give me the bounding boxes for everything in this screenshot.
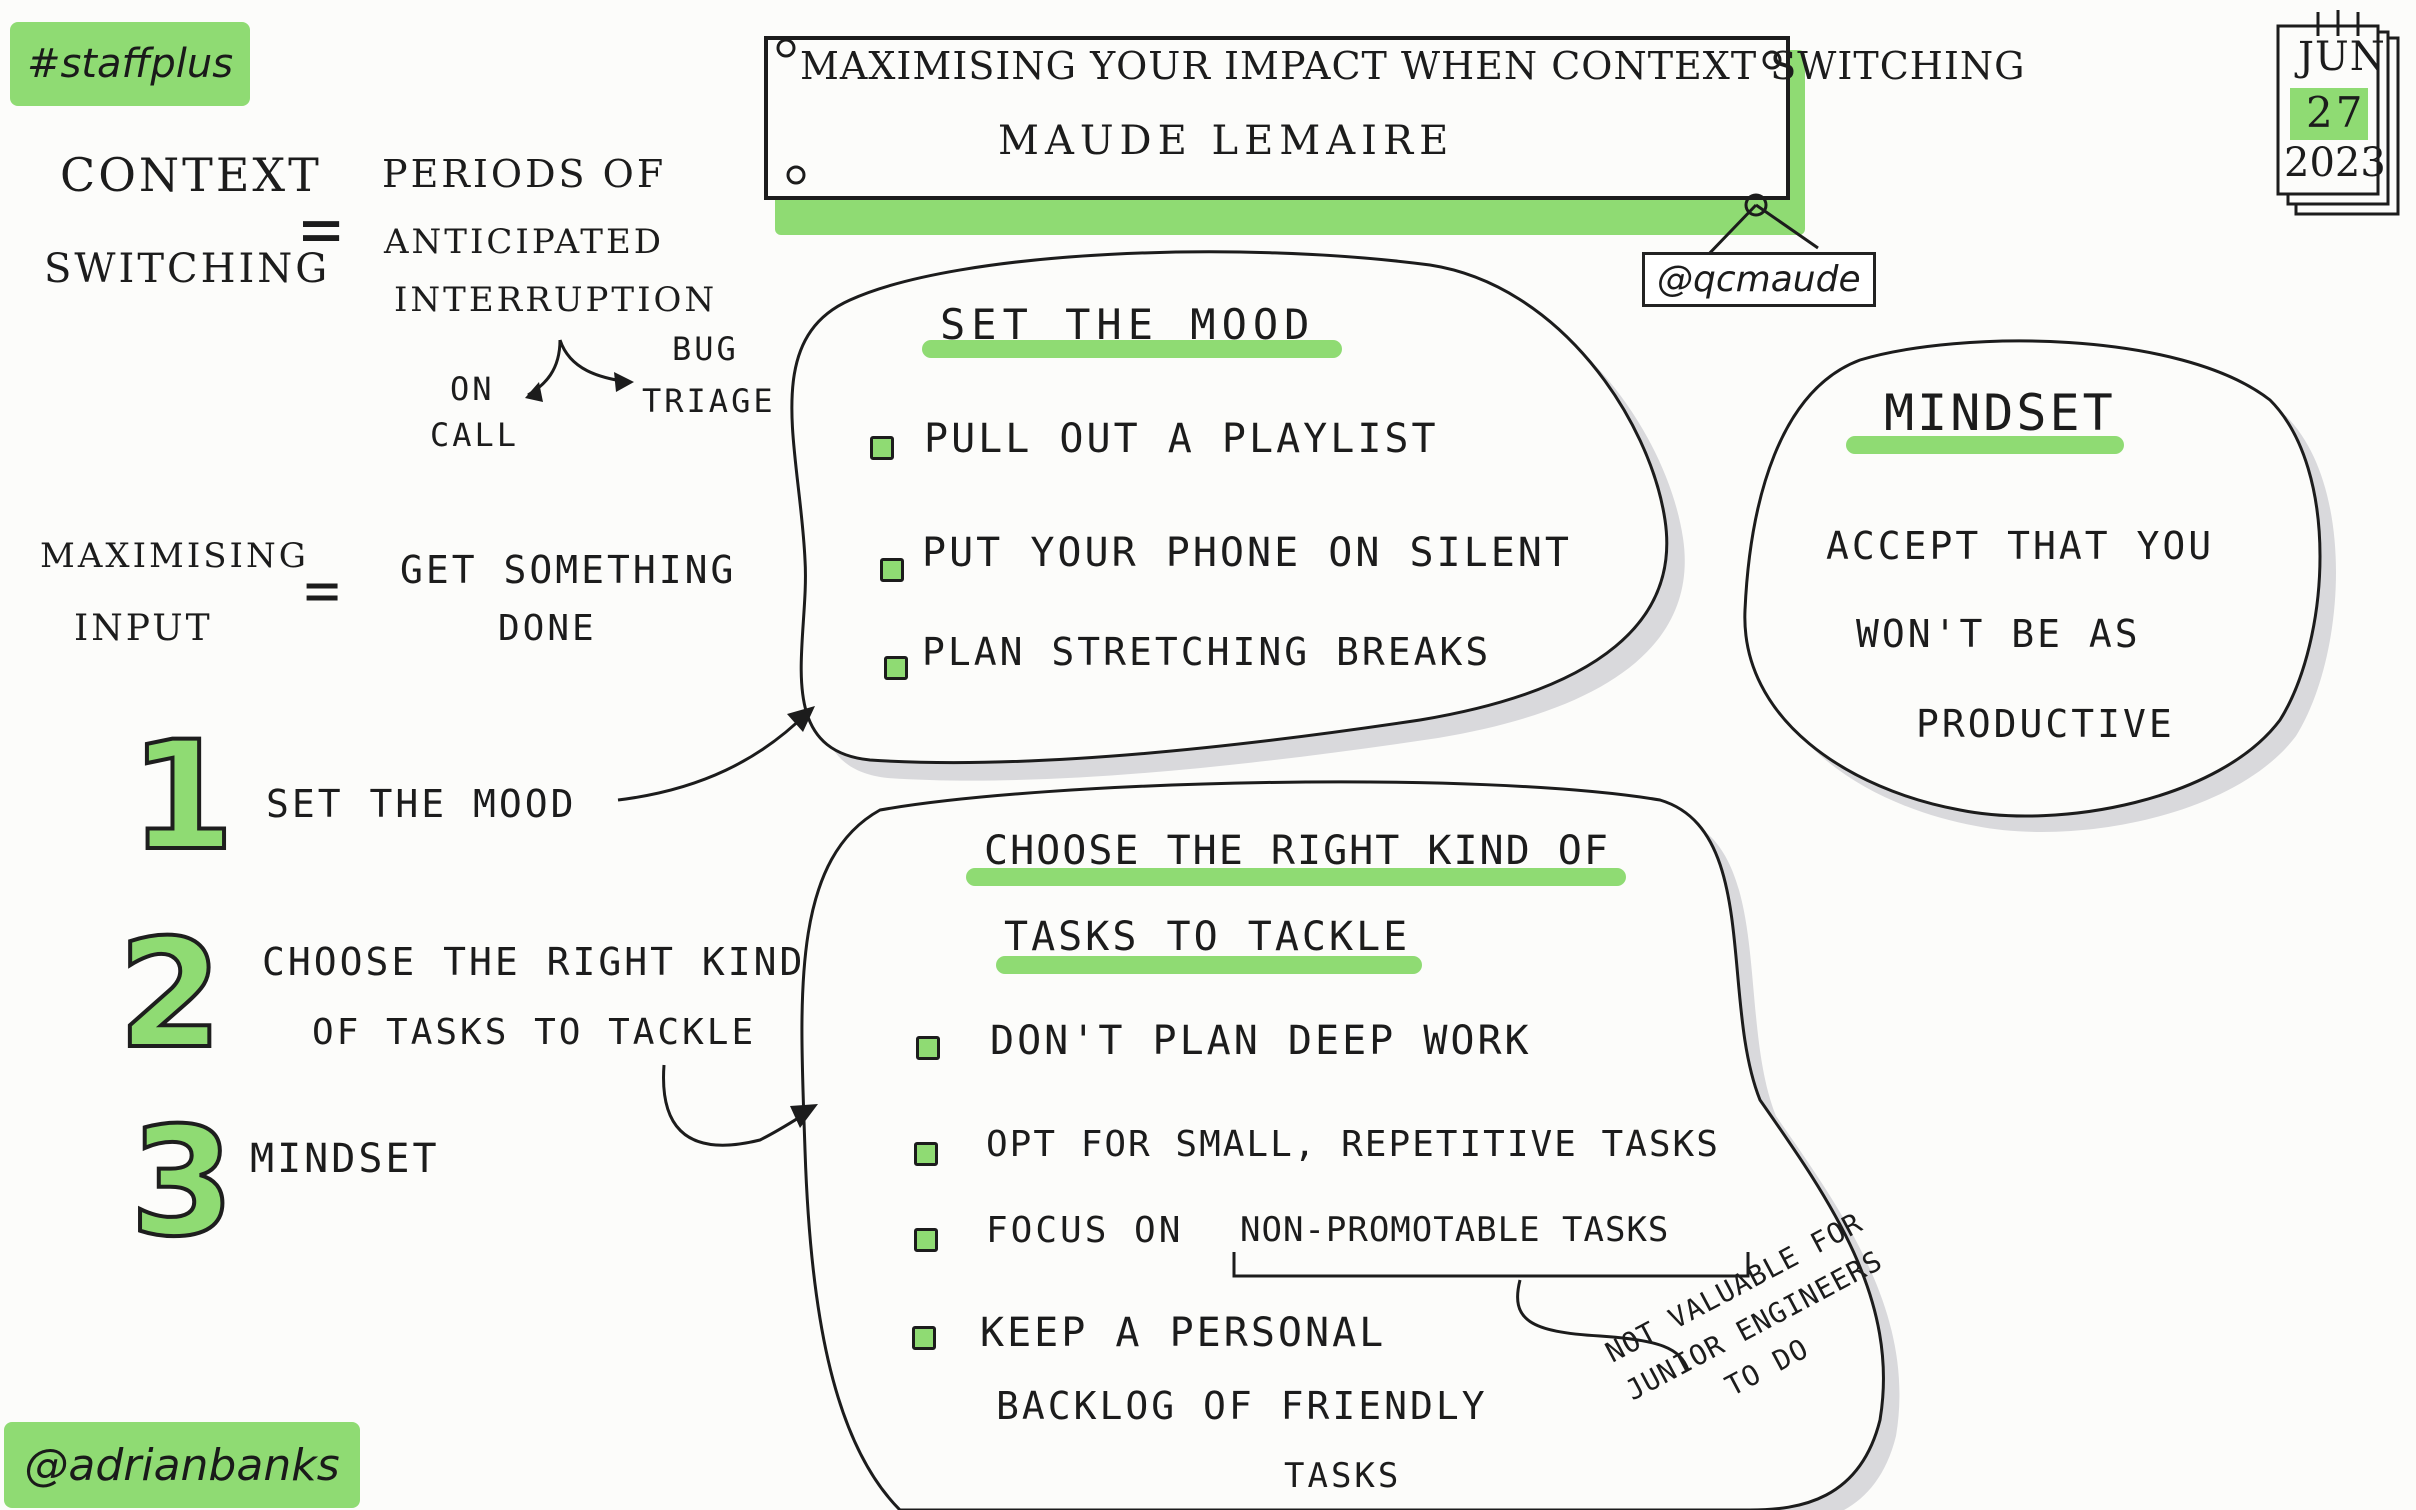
branch-arrows xyxy=(527,339,629,397)
tasks-item-4-line3: tasks xyxy=(1284,1456,1402,1496)
tasks-item-1: Don't plan deep work xyxy=(990,1018,1532,1064)
calendar-day: 27 xyxy=(2306,88,2366,137)
mindset-line1: Accept that you xyxy=(1826,524,2215,568)
step-3-label: Mindset xyxy=(250,1136,440,1182)
arrow-step1 xyxy=(617,710,810,802)
tasks-item-2-checkbox xyxy=(914,1142,938,1166)
cs-def-line1: Periods of xyxy=(382,152,667,196)
mood-item-3-checkbox xyxy=(884,656,908,680)
sketchnote-page: { "hashtag": "#staffplus", "author_handl… xyxy=(0,0,2416,1510)
tasks-item-3-emph: non-promotable tasks xyxy=(1240,1210,1670,1250)
cs-term-line1: Context xyxy=(60,148,322,202)
cs-def-line3: Interruption xyxy=(394,280,718,320)
cs-branch-left-line1: On xyxy=(450,370,495,408)
cs-branch-left-line2: Call xyxy=(430,416,520,454)
step-2-label-line2: of tasks to tackle xyxy=(312,1012,757,1053)
mi-equals: = xyxy=(304,556,344,626)
talk-title: Maximising Your Impact When Context Swit… xyxy=(800,44,2026,88)
tasks-item-3-prefix: Focus on xyxy=(986,1210,1184,1251)
tasks-item-4-line1: Keep a personal xyxy=(980,1310,1387,1356)
mood-item-1-checkbox xyxy=(870,436,894,460)
arrow-step2 xyxy=(662,1064,809,1147)
mindset-heading: Mindset xyxy=(1884,384,2116,442)
cs-branch-right-line2: Triage xyxy=(642,382,776,420)
author-tag: @adrianbanks xyxy=(4,1422,360,1508)
step-1-number: 1 xyxy=(128,710,236,884)
author-handle: @adrianbanks xyxy=(24,1439,340,1491)
mood-heading: Set the Mood xyxy=(940,300,1316,349)
cs-equals: = xyxy=(300,188,346,270)
mood-item-1: Pull out a playlist xyxy=(924,416,1439,462)
speaker-name: Maude Lemaire xyxy=(998,118,1455,164)
mi-def-line2: Done xyxy=(498,608,597,649)
tasks-item-4-line2: backlog of friendly xyxy=(996,1384,1488,1428)
step-2-label-line1: Choose the right kind xyxy=(262,940,806,984)
tasks-item-2: Opt for small, repetitive tasks xyxy=(986,1124,1720,1165)
mood-item-3: Plan stretching breaks xyxy=(922,630,1492,674)
calendar-month: JUN xyxy=(2298,34,2386,80)
calendar-year: 2023 xyxy=(2284,140,2386,186)
mi-def-line1: Get Something xyxy=(400,548,737,592)
tasks-item-3-checkbox xyxy=(914,1228,938,1252)
step-3-number: 3 xyxy=(128,1096,236,1270)
sketch-strokes xyxy=(525,10,2400,1510)
tasks-heading-line2: tasks to tackle xyxy=(1004,914,1411,960)
step-1-label: Set the mood xyxy=(266,782,577,826)
mi-term-line1: Maximising xyxy=(40,536,309,576)
tasks-item-4-checkbox xyxy=(912,1326,936,1350)
mood-item-2-checkbox xyxy=(880,558,904,582)
hashtag-text: #staffplus xyxy=(26,41,234,87)
step-2-number: 2 xyxy=(116,908,224,1082)
cs-branch-right-line1: Bug xyxy=(672,330,739,368)
hashtag-tag: #staffplus xyxy=(10,22,250,106)
tasks-item-1-checkbox xyxy=(916,1036,940,1060)
mood-item-2: Put your phone on silent xyxy=(922,530,1572,576)
speaker-handle: @qcmaude xyxy=(1642,252,1876,307)
tasks-heading-line1: Choose the right kind of xyxy=(984,828,1610,874)
mindset-line2: won't be as xyxy=(1856,612,2141,656)
cs-def-line2: Anticipated xyxy=(384,222,665,262)
mi-term-line2: Input xyxy=(74,608,213,649)
cs-term-line2: Switching xyxy=(44,246,331,292)
mindset-line3: Productive xyxy=(1916,702,2175,746)
